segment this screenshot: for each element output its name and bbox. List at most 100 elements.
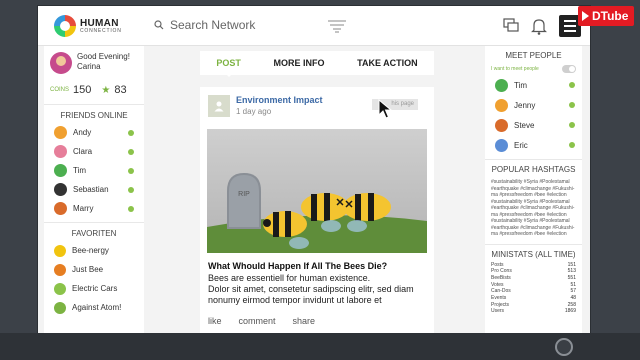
logo[interactable]: HUMAN CONNECTION [54, 15, 122, 37]
stat-label: Users [491, 308, 505, 315]
favorite-name: Electric Cars [72, 284, 118, 293]
favorite-item[interactable]: Just Bee [44, 260, 144, 279]
ministats-table: Posts 151 Pro Cons 513 BeeBists 551 Votes 51… [485, 262, 582, 316]
stat-row: Votes 51 [491, 282, 576, 289]
bell-icon[interactable] [531, 17, 547, 35]
dtube-badge: DTube [578, 6, 635, 26]
stat-row: Posts 151 [491, 262, 576, 269]
person-avatar [495, 138, 508, 152]
stat-label: BeeBists [491, 274, 511, 281]
friend-avatar [54, 164, 67, 177]
favorite-name: Against Atom! [72, 303, 122, 312]
favorite-name: Just Bee [72, 265, 104, 274]
post-actions: like comment share [200, 306, 434, 326]
dead-bees-illustration: RIP [207, 129, 427, 253]
tab-more-info[interactable]: MORE INFO [274, 58, 325, 68]
stat-value: 258 [567, 301, 576, 308]
person-name: Tim [514, 80, 528, 90]
stat-row: BeeBists 551 [491, 275, 576, 282]
post-body: Bees are essentiell for human existence.… [200, 273, 434, 306]
online-dot [569, 102, 575, 108]
post-time: 1 day ago [236, 107, 272, 116]
post-header: Environment Impact 1 day ago his page [200, 87, 434, 125]
stat-label: Can-Dos [491, 288, 511, 295]
home-button[interactable] [555, 338, 573, 356]
search-icon [154, 20, 164, 30]
hashtag-line: #sustainability #Syria #Poolestamal [491, 179, 570, 185]
like-button[interactable]: like [208, 316, 222, 326]
person-item[interactable]: Eric [485, 135, 582, 155]
hashtags-title: POPULAR HASHTAGS [491, 165, 576, 174]
coins-value: 150 [73, 84, 92, 96]
friend-item[interactable]: Clara [44, 142, 144, 161]
friend-item[interactable]: Sebastian [44, 180, 144, 199]
friend-avatar [54, 183, 67, 196]
post-card: Environment Impact 1 day ago his page RI… [200, 87, 434, 333]
friend-name: Marry [73, 204, 94, 213]
meet-people-toggle[interactable] [562, 65, 576, 73]
tab-take-action[interactable]: TAKE ACTION [357, 58, 418, 68]
stat-value: 51 [570, 281, 576, 288]
post-author-avatar[interactable] [208, 95, 230, 117]
search-input[interactable] [170, 18, 330, 32]
post-headline[interactable]: What Whould Happen If All The Bees Die? [200, 253, 434, 273]
favorite-icon [54, 263, 66, 276]
logo-line1: HUMAN [80, 17, 119, 29]
stat-value: 151 [567, 261, 576, 268]
favorite-item[interactable]: Bee-nergy [44, 241, 144, 260]
right-sidebar: MEET PEOPLE I want to meet people Tim Je… [485, 46, 582, 333]
logo-text: HUMAN CONNECTION [80, 17, 122, 34]
friend-avatar [54, 145, 67, 158]
greeting-text: Good Evening! [77, 52, 130, 61]
person-avatar [495, 118, 508, 132]
favorite-item[interactable]: Against Atom! [44, 298, 144, 317]
left-sidebar: Good Evening! Carina COINS 150 ★ 83 FRIE… [44, 46, 144, 333]
search-box [154, 18, 330, 32]
stat-row: Users 1869 [491, 308, 576, 315]
friend-avatar [54, 202, 67, 215]
person-avatar [495, 98, 508, 112]
logo-mark-icon [54, 15, 76, 37]
filter-icon[interactable] [328, 19, 346, 33]
friend-avatar [54, 126, 67, 139]
chat-icon[interactable] [503, 18, 519, 34]
user-stats: COINS 150 ★ 83 [44, 78, 144, 105]
user-avatar[interactable] [50, 52, 72, 74]
person-item[interactable]: Steve [485, 115, 582, 135]
online-dot [569, 82, 575, 88]
post-image[interactable]: RIP [207, 129, 427, 253]
favorite-item[interactable]: Electric Cars [44, 279, 144, 298]
hashtag-line: ma #pressfreedom #bee #election [491, 192, 567, 198]
stat-label: Pro Cons [491, 268, 512, 275]
friend-item[interactable]: Marry [44, 199, 144, 218]
person-icon [214, 101, 224, 112]
friend-item[interactable]: Tim [44, 161, 144, 180]
stat-row: Pro Cons 513 [491, 268, 576, 275]
user-greeting: Good Evening! Carina [44, 46, 144, 78]
hashtag-line: #sustainability #Syria #Poolestamal [491, 218, 570, 224]
person-name: Eric [514, 140, 528, 150]
comment-button[interactable]: comment [239, 316, 276, 326]
friend-item[interactable]: Andy [44, 123, 144, 142]
hashtag-cloud[interactable]: #sustainability #Syria #Poolestamal #ear… [485, 177, 582, 240]
star-icon: ★ [101, 84, 111, 96]
stat-value: 551 [567, 274, 576, 281]
post-author[interactable]: Environment Impact [236, 95, 323, 105]
tab-post[interactable]: POST [216, 58, 241, 77]
online-dot [128, 129, 134, 136]
meet-people-title: MEET PEOPLE [505, 51, 562, 60]
friend-name: Clara [73, 147, 93, 156]
meet-people-toggle-row: I want to meet people [485, 63, 582, 75]
person-item[interactable]: Jenny [485, 95, 582, 115]
mouse-cursor-icon [378, 99, 392, 119]
online-dot [128, 167, 134, 174]
favorite-name: Bee-nergy [72, 246, 109, 255]
share-button[interactable]: share [293, 316, 316, 326]
stat-row: Projects 258 [491, 302, 576, 309]
top-bar: HUMAN CONNECTION [38, 6, 590, 46]
post-body-line: Bees are essentiell for human existence. [208, 273, 371, 283]
person-item[interactable]: Tim [485, 75, 582, 95]
hashtag-line: ma #pressfreedom #bee #election [491, 231, 567, 237]
people-list: Tim Jenny Steve Eric [485, 75, 582, 155]
coins-label: COINS [50, 87, 70, 93]
